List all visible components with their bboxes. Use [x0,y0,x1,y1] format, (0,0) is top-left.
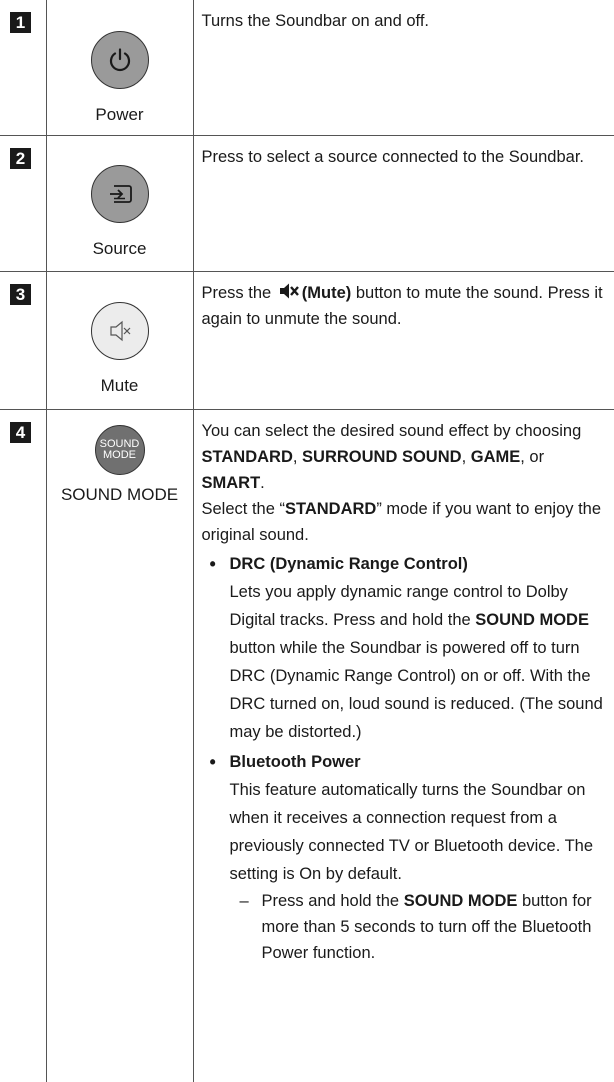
row-number: 1 [10,12,31,33]
row-number: 4 [10,422,31,443]
table-row: 2 Source Press to select a source connec… [0,135,614,272]
button-label: SOUND MODE [60,485,179,504]
bullet-drc: DRC (Dynamic Range Control) Lets you app… [202,550,605,746]
button-label: Power [95,105,144,124]
power-button [90,31,149,89]
description: You can select the desired sound effect … [194,410,614,966]
table-row: 3 Mute Press the (Mute) button to mute t… [0,271,614,410]
mute-button [90,302,149,360]
button-label: Source [92,239,147,258]
source-button [90,165,149,223]
description: Turns the Soundbar on and off. [201,12,430,30]
row-number: 2 [10,148,31,169]
mute-icon [279,283,299,299]
mute-icon [109,320,130,342]
button-label: Mute [100,376,139,395]
bullet-bluetooth-power: Bluetooth Power This feature automatical… [202,748,605,888]
sound-mode-button: SOUND MODE [94,425,145,475]
table-row: 4 SOUND MODE SOUND MODE You can select t… [0,409,614,1082]
dash-item: – Press and hold the SOUND MODE button f… [239,892,592,962]
table-row: 1 Power Turns the Soundbar on and off. [0,0,614,136]
source-icon [109,185,132,203]
row-number: 3 [10,284,31,305]
description: Press to select a source connected to th… [201,148,585,166]
remote-buttons-table: 1 Power Turns the Soundbar on and off. 2 [0,0,614,1082]
power-icon [109,48,130,72]
description: Press the (Mute) button to mute the soun… [201,283,603,328]
